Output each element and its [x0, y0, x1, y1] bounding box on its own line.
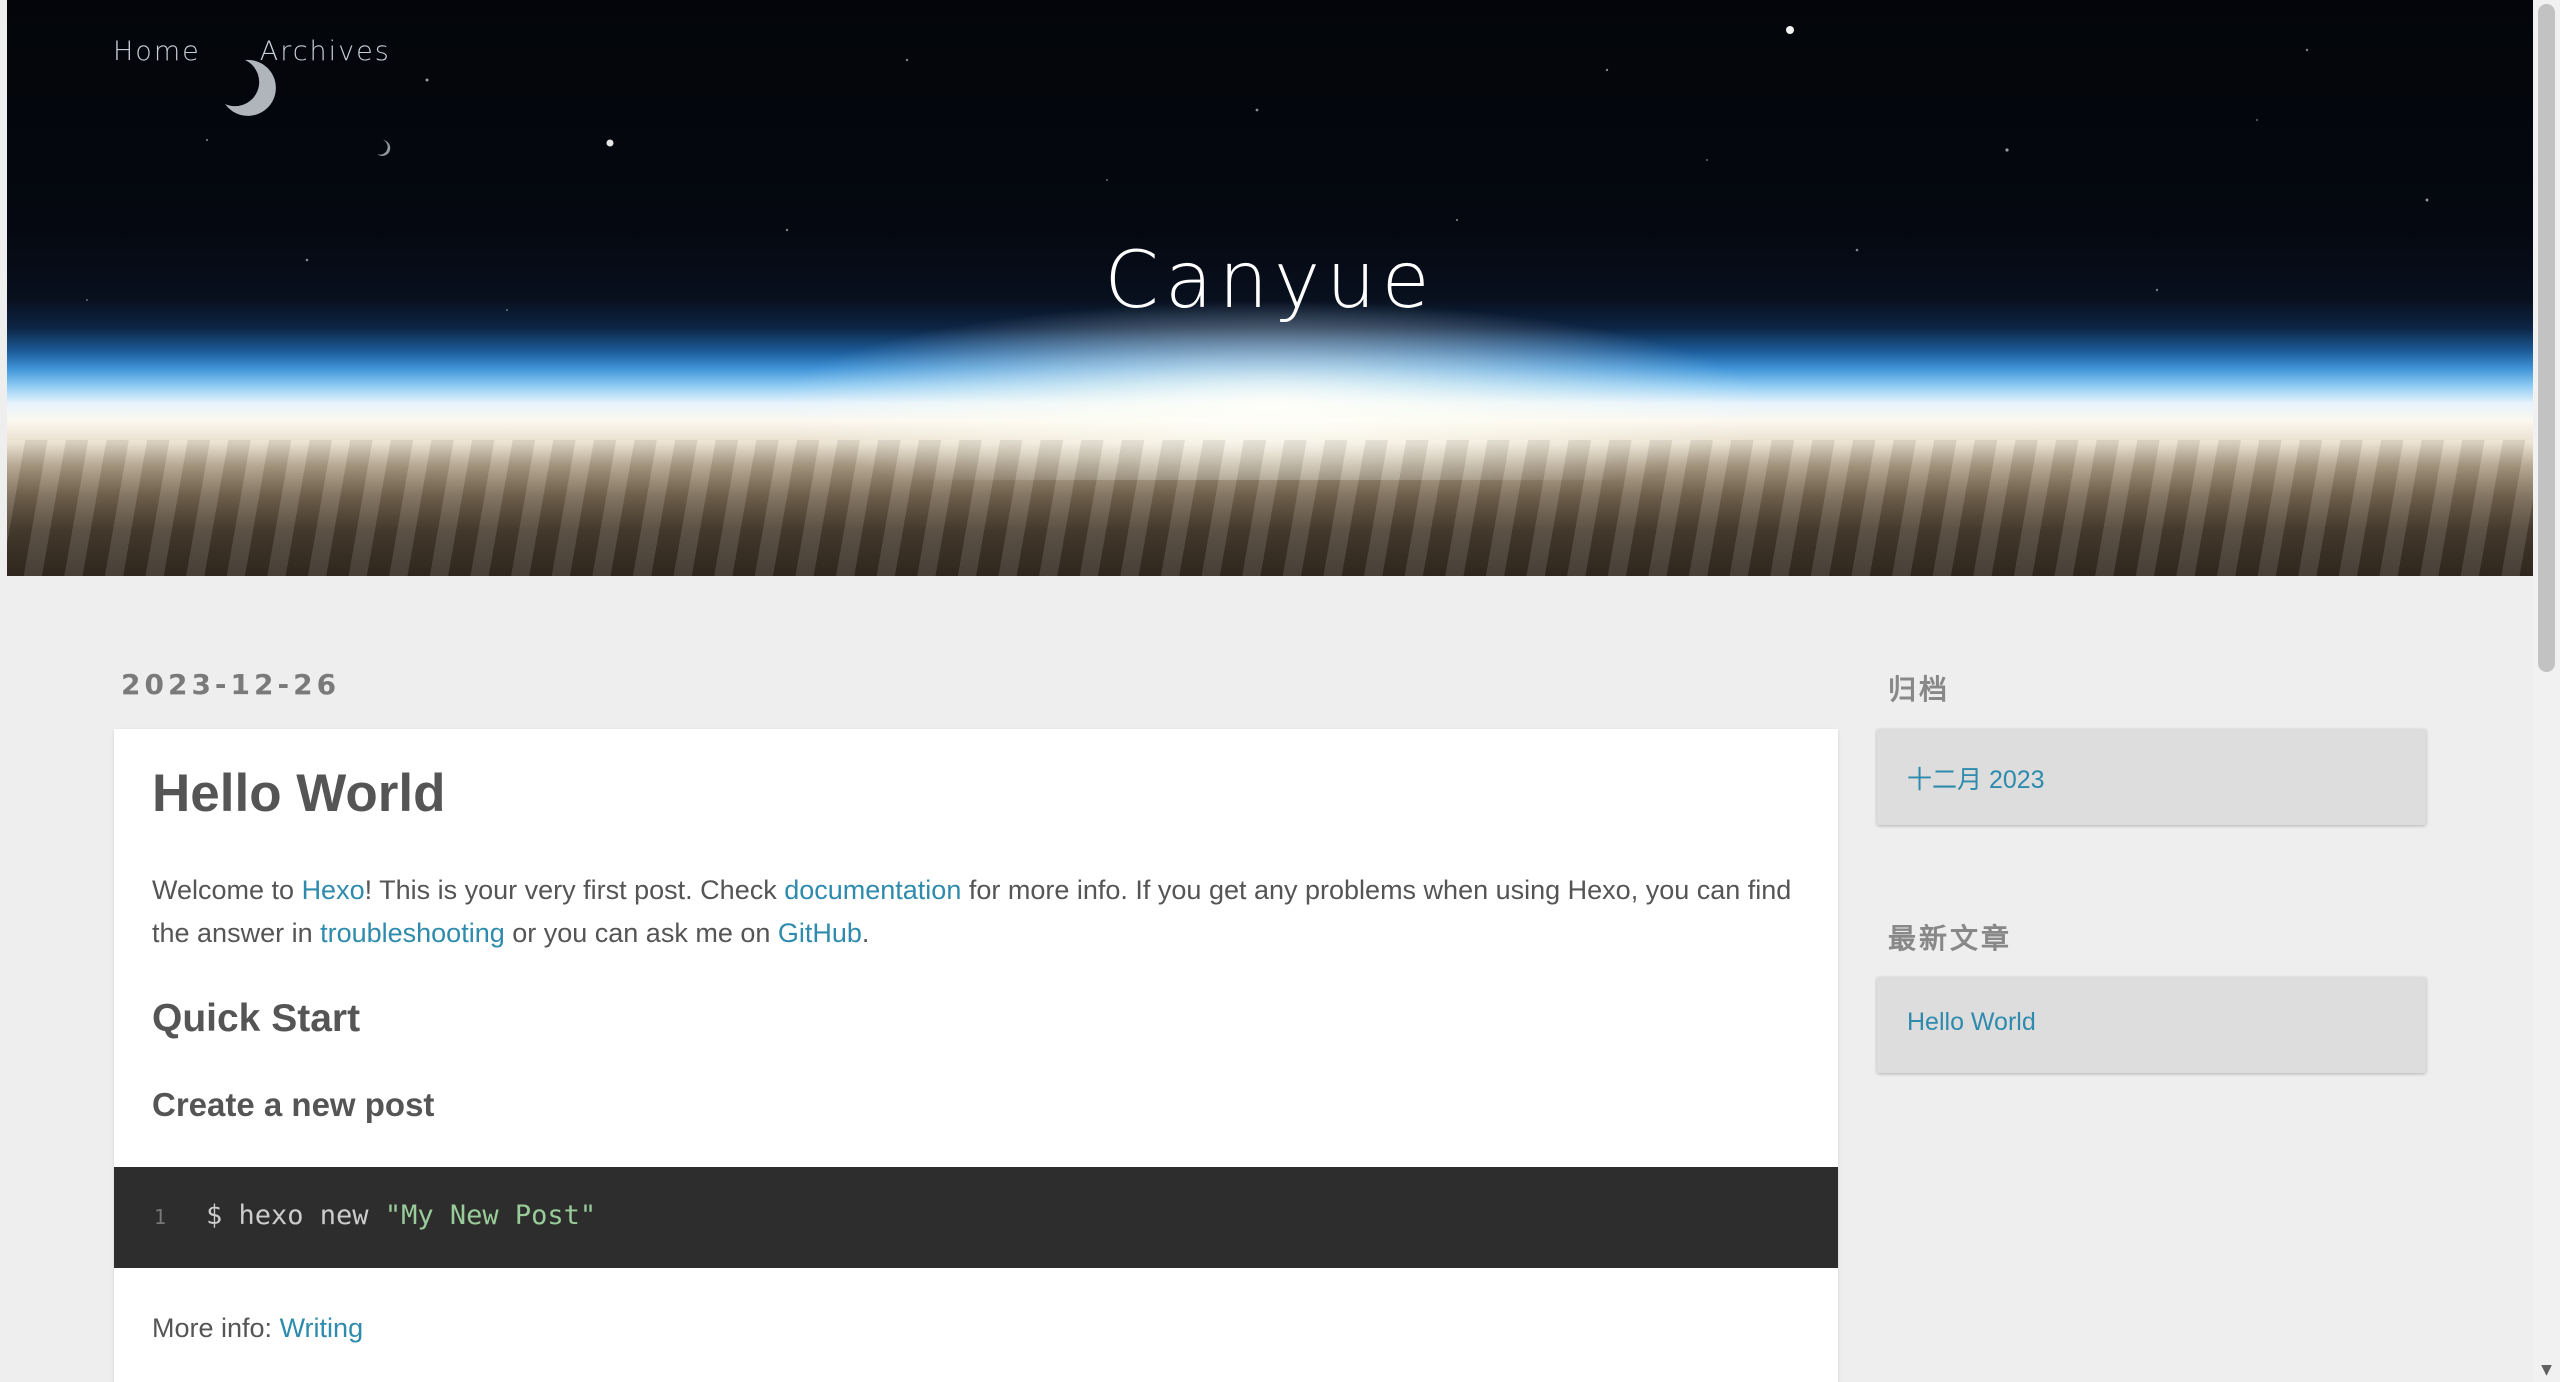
code-string: "My New Post"	[384, 1200, 597, 1231]
code-line-number: 1	[154, 1205, 167, 1229]
heading-create-post: Create a new post	[152, 1086, 435, 1123]
recent-posts-widget: Hello World	[1877, 977, 2426, 1073]
post-date: 2023-12-26	[121, 668, 341, 701]
intro-text: .	[861, 918, 870, 948]
archive-month-link[interactable]: 十二月 2023	[1907, 760, 2045, 796]
archives-widget: 十二月 2023	[1877, 729, 2426, 825]
nav-home-link[interactable]: Home	[113, 36, 201, 67]
hexo-link[interactable]: Hexo	[302, 875, 365, 905]
intro-text: Welcome to	[152, 875, 302, 905]
post-title[interactable]: Hello World	[152, 763, 445, 824]
code-block: 1 $ hexo new "My New Post"	[114, 1167, 1838, 1268]
post-intro: Welcome to Hexo! This is your very first…	[152, 869, 1802, 955]
code-line: $ hexo new "My New Post"	[206, 1200, 596, 1231]
scrollbar-thumb[interactable]	[2538, 4, 2555, 672]
intro-text: ! This is your very first post. Check	[364, 875, 785, 905]
troubleshooting-link[interactable]: troubleshooting	[320, 918, 505, 948]
github-link[interactable]: GitHub	[778, 918, 862, 948]
code-command: $ hexo new	[206, 1200, 385, 1231]
nav-archives-link[interactable]: Archives	[260, 36, 391, 67]
documentation-link[interactable]: documentation	[784, 875, 961, 905]
top-nav: Home Archives	[113, 36, 391, 67]
more-info-label: More info:	[152, 1313, 280, 1343]
recent-posts-heading: 最新文章	[1888, 922, 2013, 955]
scroll-down-arrow-icon[interactable]: ▼	[2537, 1362, 2556, 1378]
recent-post-link[interactable]: Hello World	[1907, 1008, 2036, 1037]
site-title[interactable]: Canyue	[7, 236, 2533, 326]
scrollbar[interactable]: ▼	[2533, 0, 2560, 1382]
writing-link[interactable]: Writing	[280, 1313, 364, 1343]
header-banner: Home Archives Canyue	[7, 0, 2533, 576]
archives-heading: 归档	[1888, 673, 1951, 706]
cloud-layer	[7, 440, 2533, 576]
heading-quick-start: Quick Start	[152, 997, 361, 1040]
intro-text: or you can ask me on	[504, 918, 778, 948]
post-card: Hello World Welcome to Hexo! This is you…	[114, 729, 1838, 1382]
more-info: More info: Writing	[152, 1313, 363, 1344]
